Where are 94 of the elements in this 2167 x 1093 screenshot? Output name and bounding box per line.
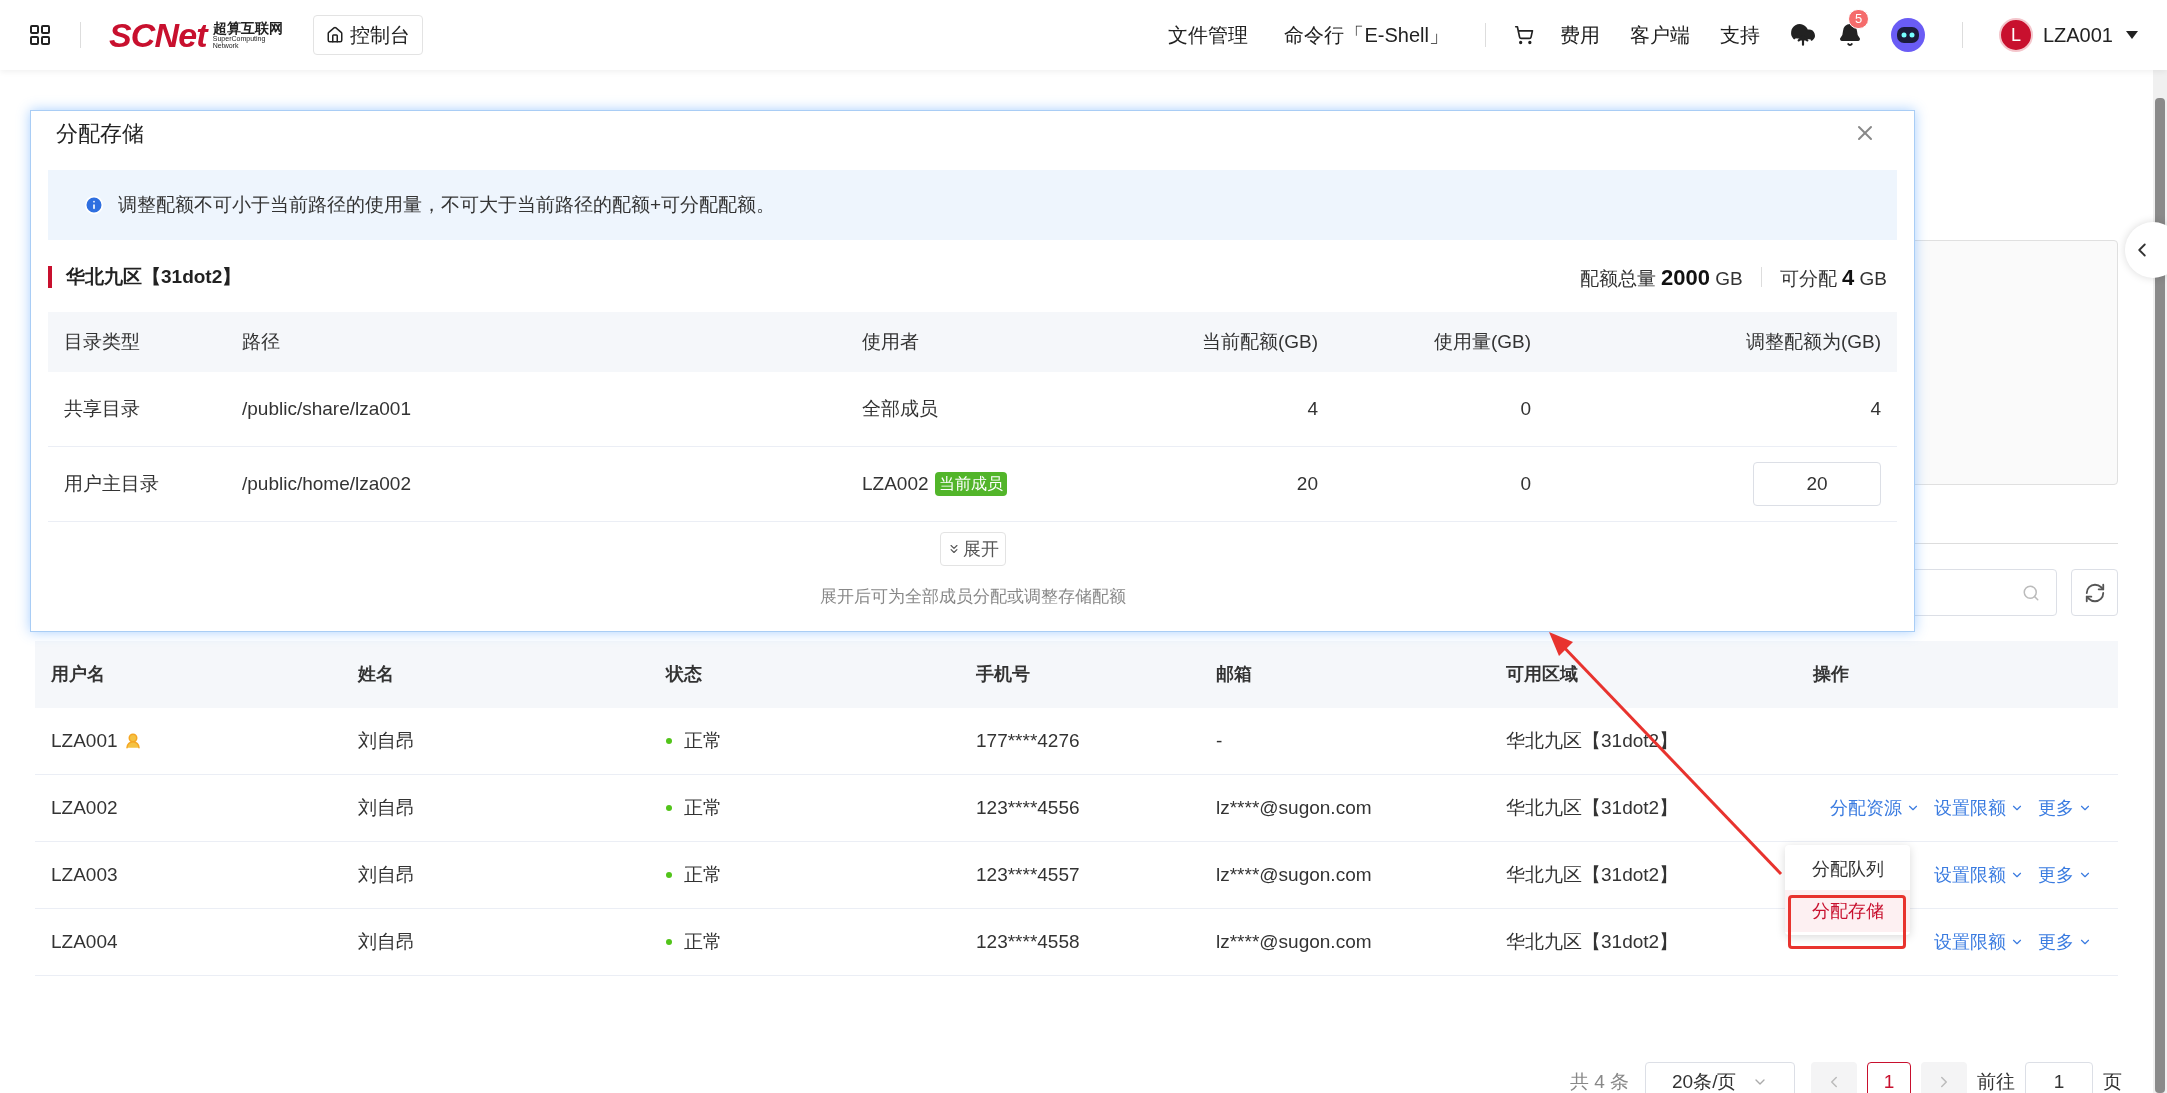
search-icon bbox=[2022, 583, 2040, 602]
table-cell-text: 4 bbox=[1870, 396, 1881, 421]
page-size-select[interactable]: 20条/页 bbox=[1645, 1062, 1795, 1093]
dialog-title: 分配存储 bbox=[56, 119, 144, 148]
nav-link[interactable]: 客户端 bbox=[1629, 20, 1690, 50]
column-header: 状态 bbox=[664, 663, 703, 686]
cart-icon[interactable] bbox=[1513, 25, 1534, 45]
action-link[interactable]: 设置限额 bbox=[1934, 861, 2024, 889]
column-header: 姓名 bbox=[356, 663, 395, 686]
menu-item[interactable]: 分配存储 bbox=[1785, 890, 1910, 932]
quota-total: 配额总量 2000 GB bbox=[1579, 263, 1743, 292]
table-cell: 123****4557 bbox=[976, 863, 1080, 885]
table-cell: 刘自昂 bbox=[358, 729, 415, 751]
info-text: 调整配额不可小于当前路径的使用量，不可大于当前路径的配额+可分配配额。 bbox=[118, 192, 776, 217]
console-button[interactable]: 控制台 bbox=[312, 15, 423, 55]
table-cell: 20 bbox=[1296, 472, 1318, 494]
column-header: 操作 bbox=[1812, 663, 1850, 686]
column-header: 目录类型 bbox=[64, 330, 140, 352]
table-cell: 0 bbox=[1520, 397, 1531, 419]
home-icon bbox=[325, 26, 344, 44]
cloud-upload-icon[interactable] bbox=[1789, 22, 1816, 48]
column-header: 用户名 bbox=[50, 663, 106, 686]
nav-link[interactable]: 支持 bbox=[1719, 20, 1760, 50]
column-header: 手机号 bbox=[975, 663, 1031, 686]
total-count: 共 4 条 bbox=[1569, 1069, 1629, 1093]
table-cell: lz****@sugon.com bbox=[1216, 863, 1372, 885]
bell-icon[interactable] bbox=[1837, 23, 1862, 47]
table-cell: 刘自昂 bbox=[358, 863, 415, 885]
table-cell: 177****4276 bbox=[976, 729, 1080, 751]
page-button[interactable]: 1 bbox=[1867, 1062, 1911, 1093]
column-header: 调整配额为(GB) bbox=[1745, 330, 1881, 352]
admin-icon bbox=[123, 732, 142, 750]
table-cell: 0 bbox=[1520, 472, 1531, 494]
table-cell: 123****4558 bbox=[976, 930, 1080, 952]
table-cell: 123****4556 bbox=[976, 796, 1080, 818]
table-cell: 华北九区【31dot2】 bbox=[1506, 863, 1679, 885]
quota-input[interactable]: 20 bbox=[1753, 462, 1881, 506]
table-cell-text: LZA004 bbox=[51, 929, 118, 954]
table-cell-text: LZA002 bbox=[51, 795, 118, 820]
table-cell: 华北九区【31dot2】 bbox=[1506, 796, 1679, 818]
action-link[interactable]: 设置限额 bbox=[1934, 794, 2024, 822]
goto-input[interactable]: 1 bbox=[2025, 1062, 2093, 1093]
goto-label: 前往 bbox=[1977, 1069, 2015, 1093]
table-cell: /public/home/lza002 bbox=[242, 472, 411, 494]
table-cell-text: LZA002 bbox=[862, 471, 929, 496]
column-header: 邮箱 bbox=[1215, 663, 1253, 686]
nav-link[interactable]: 文件管理 bbox=[1168, 20, 1249, 50]
table-cell: /public/share/lza001 bbox=[242, 397, 411, 419]
column-header: 路径 bbox=[242, 330, 280, 352]
info-icon bbox=[84, 195, 104, 215]
table-cell-text: 全部成员 bbox=[862, 396, 938, 421]
region-marker bbox=[48, 266, 52, 288]
caret-icon[interactable] bbox=[2125, 30, 2139, 40]
table-cell-text: 正常 bbox=[684, 929, 722, 954]
column-header: 可用区域 bbox=[1505, 663, 1579, 686]
table-cell: lz****@sugon.com bbox=[1216, 930, 1372, 952]
user-name[interactable]: LZA001 bbox=[2042, 20, 2113, 50]
goto-suffix: 页 bbox=[2103, 1069, 2122, 1093]
expand-hint: 展开后可为全部成员分配或调整存储配额 bbox=[819, 586, 1126, 608]
action-link[interactable]: 分配资源 bbox=[1830, 794, 1920, 822]
nav-link[interactable]: 费用 bbox=[1559, 20, 1600, 50]
table-cell: 用户主目录 bbox=[64, 472, 159, 494]
action-link[interactable]: 更多 bbox=[2038, 928, 2092, 956]
column-header: 使用量(GB) bbox=[1433, 330, 1531, 352]
table-cell-text: 正常 bbox=[684, 795, 722, 820]
refresh-button[interactable] bbox=[2071, 569, 2118, 616]
table-cell: 4 bbox=[1307, 397, 1318, 419]
table-cell-text: 正常 bbox=[684, 862, 722, 887]
table-cell: 刘自昂 bbox=[358, 930, 415, 952]
refresh-icon bbox=[2083, 581, 2106, 604]
table-cell: 华北九区【31dot2】 bbox=[1506, 930, 1679, 952]
table-cell: 共享目录 bbox=[64, 397, 140, 419]
table-cell: lz****@sugon.com bbox=[1216, 796, 1372, 818]
member-tag: 当前成员 bbox=[934, 472, 1007, 496]
quota-available: 可分配 4 GB bbox=[1779, 263, 1887, 292]
user-avatar[interactable]: L bbox=[1998, 18, 2033, 52]
action-link[interactable]: 设置限额 bbox=[1934, 928, 2024, 956]
nav-link[interactable]: 命令行「E-Shell」 bbox=[1284, 20, 1449, 50]
action-link[interactable]: 更多 bbox=[2038, 861, 2092, 889]
robot-icon[interactable] bbox=[1889, 17, 1926, 53]
collapse-button[interactable] bbox=[2125, 222, 2167, 278]
column-header: 当前配额(GB) bbox=[1201, 330, 1318, 352]
apps-grid-icon[interactable] bbox=[28, 23, 52, 47]
table-cell-text: LZA001 bbox=[51, 728, 118, 753]
action-link[interactable]: 更多 bbox=[2038, 794, 2092, 822]
table-cell-text: LZA003 bbox=[51, 862, 118, 887]
notification-badge: 5 bbox=[1847, 9, 1870, 29]
expand-button[interactable]: 展开 bbox=[939, 532, 1006, 566]
table-cell: - bbox=[1216, 729, 1223, 751]
region-title: 华北九区【31dot2】 bbox=[66, 264, 242, 289]
column-header: 使用者 bbox=[862, 330, 919, 352]
table-cell: 刘自昂 bbox=[358, 796, 415, 818]
table-cell-text: 正常 bbox=[684, 728, 722, 753]
menu-item[interactable]: 分配队列 bbox=[1785, 848, 1910, 890]
